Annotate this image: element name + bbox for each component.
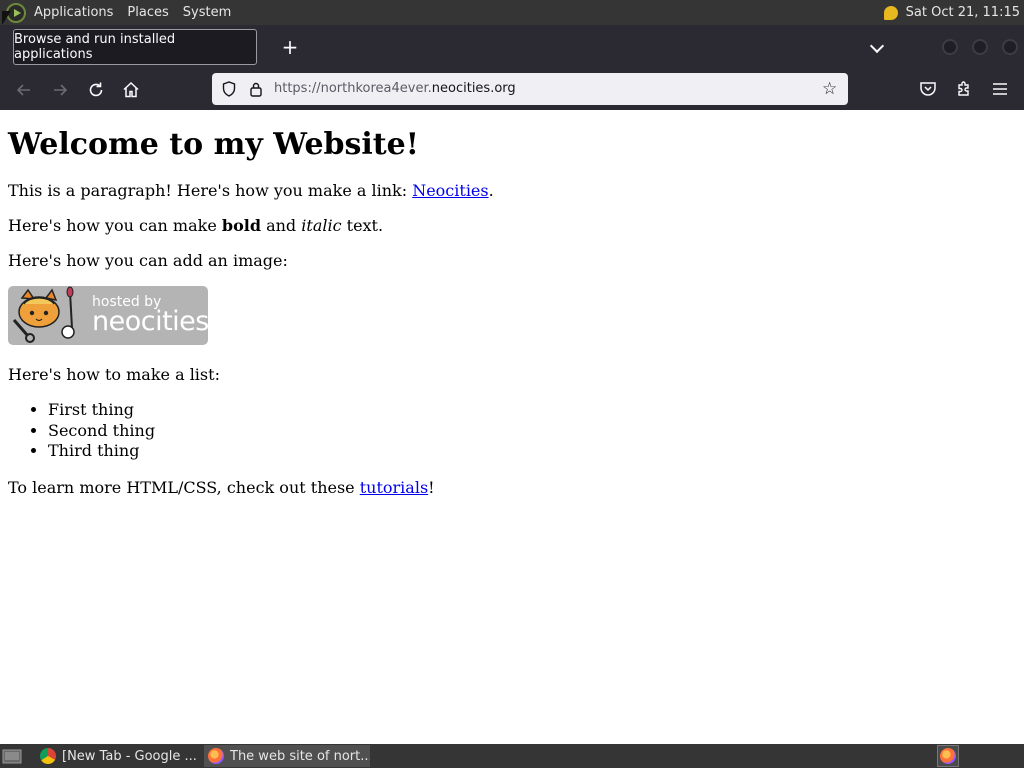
workspace-switcher[interactable] [937,745,959,767]
maximize-button[interactable] [972,39,988,55]
new-tab-button[interactable]: + [278,36,302,60]
menu-system[interactable]: System [183,5,231,20]
menu-places[interactable]: Places [127,5,168,20]
reload-icon [89,82,103,97]
url-prefix: https://northkorea4ever. [274,81,432,96]
paragraph-text: To learn more HTML/CSS, check out these [8,477,360,497]
paragraph-text: Here's how you can make [8,216,222,235]
bookmark-star-icon[interactable]: ☆ [822,79,837,99]
lock-icon[interactable] [249,81,263,97]
tooltip: Browse and run installed applications [13,29,257,65]
neocities-link[interactable]: Neocities [412,181,488,200]
paragraph-list-intro: Here's how to make a list: [8,365,220,384]
pocket-icon[interactable] [918,79,938,99]
paragraph-end: . [488,181,494,200]
italic-text: italic [301,216,342,235]
minimize-button[interactable] [942,39,958,55]
paragraph-link: This is a paragraph! Here's how you make… [8,181,1016,200]
firefox-icon [208,748,224,764]
back-arrow-icon [16,84,30,96]
paragraph-text: and [261,216,302,235]
reload-button[interactable] [85,79,107,101]
paragraph-text: This is a paragraph! Here's how you make… [8,181,413,200]
tracking-protection-shield-icon[interactable] [222,81,236,97]
show-desktop-icon[interactable] [2,747,22,765]
close-window-button[interactable] [1002,39,1018,55]
forward-arrow-icon [54,84,68,96]
firefox-icon [940,748,956,764]
taskbar-item-chrome[interactable]: [New Tab - Google ... [36,745,200,767]
paragraph-end: text. [341,216,384,235]
list-item: First thing [48,400,1016,421]
tutorials-link[interactable]: tutorials [360,478,428,497]
list-item: Second thing [48,421,1016,442]
page-heading: Welcome to my Website! [8,127,419,162]
paragraph-end: ! [428,477,435,497]
badge-brand-text: neocities [92,306,209,337]
taskbar-item-firefox[interactable]: The web site of nort... [204,745,370,767]
paragraph-formatting: Here's how you can make bold and italic … [8,216,1016,235]
chrome-icon [40,748,56,764]
menu-applications[interactable]: Applications [34,5,113,20]
url-domain: neocities.org [431,81,516,96]
home-icon [123,81,139,98]
hosted-by-neocities-badge: hosted by neocities [8,286,209,345]
bullet-list: First thing Second thing Third thing [8,400,1016,462]
url-text[interactable]: https://northkorea4ever.neocities.org [274,80,516,98]
mouse-cursor-icon [2,11,11,25]
bold-text: bold [221,216,261,235]
taskbar-item-label: The web site of nort... [230,748,370,764]
paragraph-image: Here's how you can add an image: [8,251,288,270]
hamburger-menu-icon[interactable] [990,79,1010,99]
forward-button[interactable] [49,79,71,101]
list-all-tabs-button[interactable] [866,36,890,60]
notification-icon[interactable] [883,5,898,20]
paragraph-tutorials: To learn more HTML/CSS, check out these … [8,478,1016,497]
back-button[interactable] [13,79,35,101]
home-button[interactable] [120,79,142,101]
clock[interactable]: Sat Oct 21, 11:15 [906,5,1020,20]
top-panel: Applications Places System Sat Oct 21, 1… [0,0,1024,25]
neocities-cat-mascot-icon [12,286,75,343]
extensions-icon[interactable] [954,79,974,99]
web-page-content: Welcome to my Website! This is a paragra… [0,110,1024,744]
taskbar-item-label: [New Tab - Google ... [62,748,197,764]
list-item: Third thing [48,441,1016,462]
